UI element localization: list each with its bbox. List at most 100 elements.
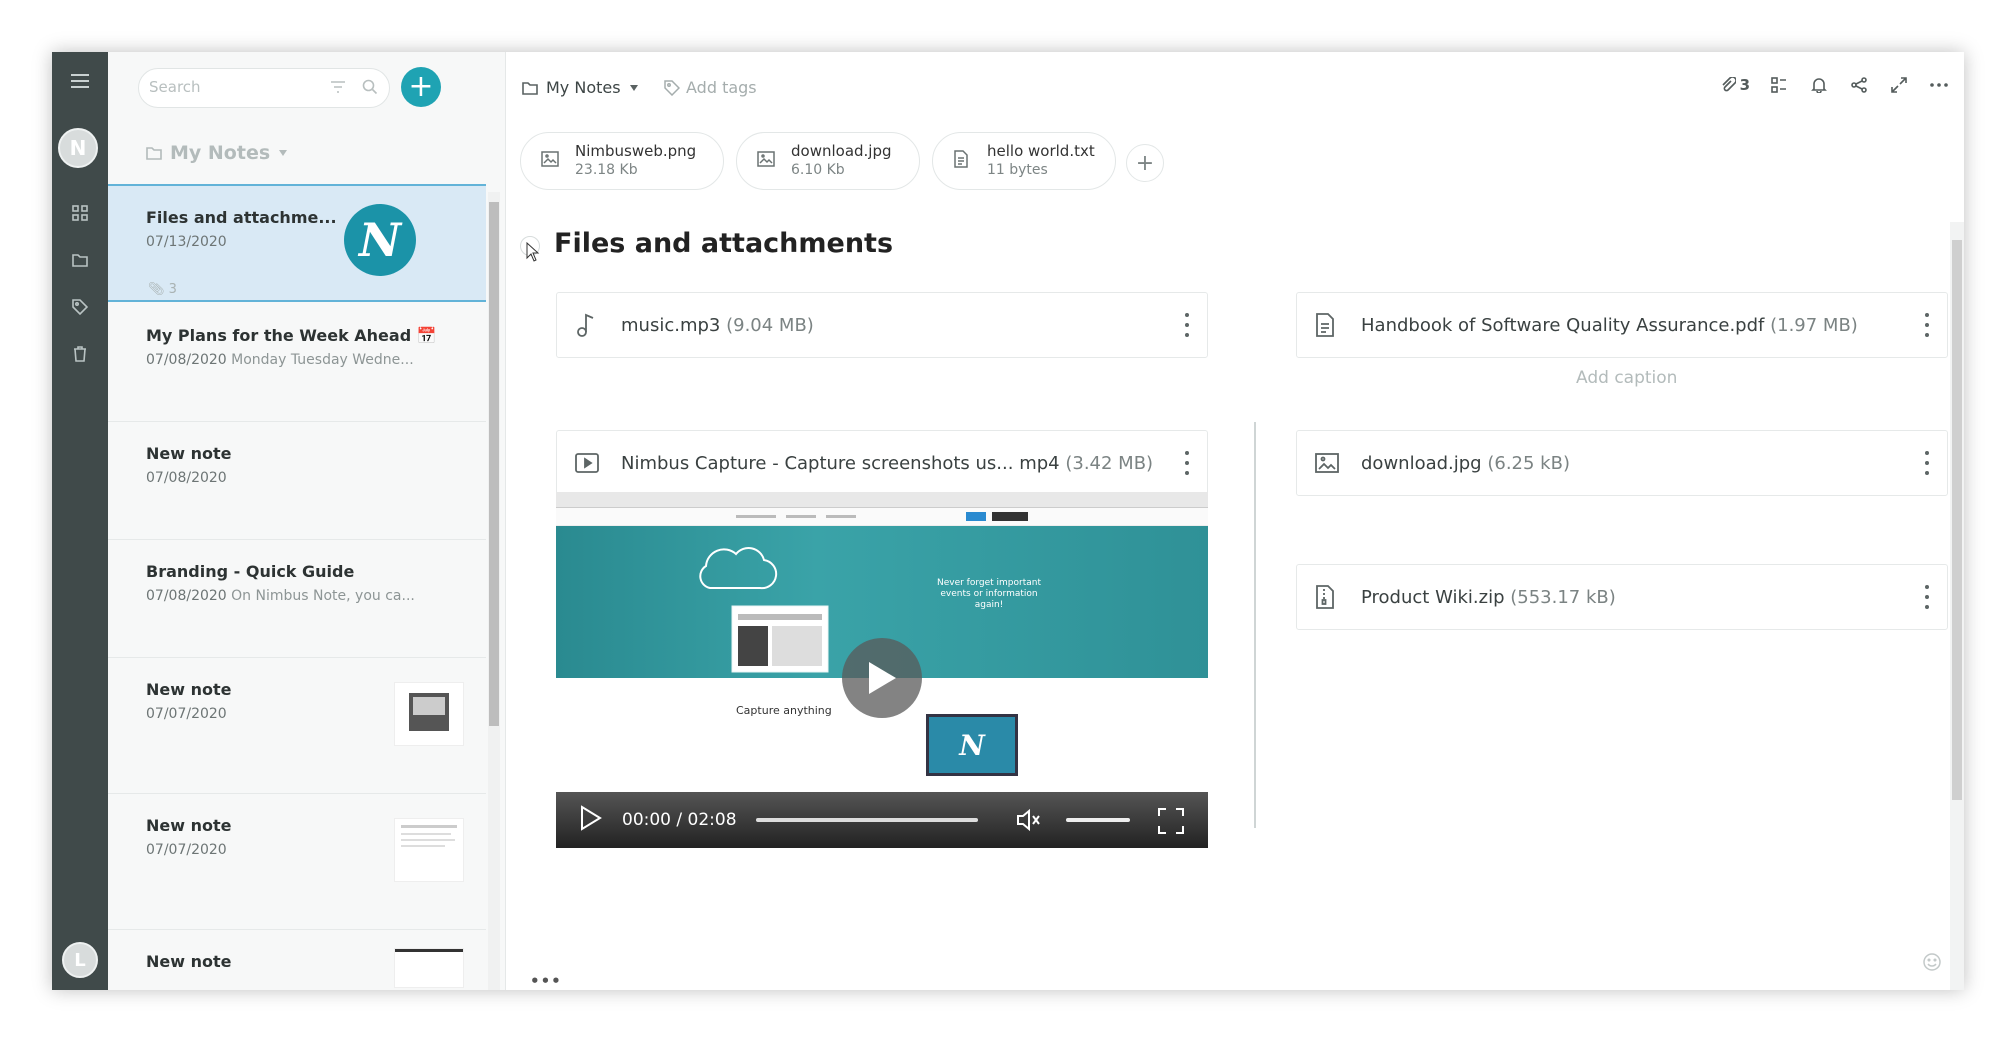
menu-icon[interactable] [52,66,108,96]
editor-panel: My Notes Add tags 3 Nimbusweb.png 23.18 … [506,52,1964,990]
attachments-button[interactable]: 3 [1720,74,1750,96]
video-browser-bar [556,492,1208,508]
document-icon [1315,313,1345,337]
chip-filesize: 11 bytes [987,162,1048,178]
scrollbar-thumb[interactable] [489,202,499,726]
note-meta: 07/08/2020 On Nimbus Note, you ca... [146,588,415,604]
video-logo-illustration: N [926,714,1018,776]
folder-icon [146,147,162,160]
video-fullscreen-icon[interactable] [1158,808,1184,838]
feedback-smile-icon[interactable] [1922,952,1942,976]
note-list-scrollbar[interactable] [488,192,500,990]
note-item[interactable]: New note 07/08/2020 [108,422,486,540]
video-progress-bar[interactable] [756,818,978,822]
folder-breadcrumb[interactable]: My Notes [522,78,639,97]
attachment-menu-icon[interactable] [1923,451,1931,475]
attachment-name: Handbook of Software Quality Assurance.p… [1361,315,1858,336]
video-player[interactable]: Never forget important events or informa… [556,492,1208,848]
editor-scrollbar[interactable] [1950,222,1964,990]
attachment-card[interactable]: Nimbus Capture - Capture screenshots us.… [556,430,1208,496]
attachment-card[interactable]: music.mp3 (9.04 MB) [556,292,1208,358]
note-item[interactable]: My Plans for the Week Ahead 📅 07/08/2020… [108,304,486,422]
fullscreen-icon[interactable] [1888,74,1910,96]
attachment-card[interactable]: Product Wiki.zip (553.17 kB) [1296,564,1948,630]
video-controls: 00:00 / 02:08 [556,792,1208,848]
table-of-contents-icon[interactable] [1768,74,1790,96]
note-date: 07/13/2020 [146,234,227,250]
grid-icon[interactable] [52,198,108,228]
search-box[interactable] [138,68,390,108]
more-dots-icon[interactable]: ••• [530,972,562,990]
folder-heading[interactable]: My Notes [146,142,288,164]
attachment-name: download.jpg (6.25 kB) [1361,453,1570,474]
tag-icon[interactable] [52,292,108,322]
play-icon[interactable] [580,805,602,835]
chip-filename: download.jpg [791,142,892,160]
attachment-filename: music.mp3 [621,314,721,336]
note-preview: On Nimbus Note, you ca... [231,588,415,604]
reminder-bell-icon[interactable] [1808,74,1830,96]
more-options-icon[interactable] [1928,74,1950,96]
folder-icon[interactable] [52,245,108,275]
note-title: My Plans for the Week Ahead 📅 [146,326,437,345]
caret-down-icon [629,84,638,91]
image-icon [541,151,565,171]
chip-text: Nimbusweb.png 23.18 Kb [575,142,696,180]
chip-filename: Nimbusweb.png [575,142,697,160]
search-input[interactable] [149,78,309,96]
attachment-filename: download.jpg [1361,452,1482,474]
attachment-menu-icon[interactable] [1923,313,1931,337]
attachment-size: (553.17 kB) [1510,586,1616,608]
share-icon[interactable] [1848,74,1870,96]
note-item[interactable]: Branding - Quick Guide 07/08/2020 On Nim… [108,540,486,658]
attachment-menu-icon[interactable] [1183,313,1191,337]
attachment-menu-icon[interactable] [1923,585,1931,609]
scrollbar-thumb[interactable] [1952,240,1962,800]
attachment-chip[interactable]: download.jpg 6.10 Kb [736,132,920,190]
attachment-count-value: 3 [168,282,177,297]
trash-icon[interactable] [52,339,108,369]
note-date: 07/08/2020 [146,470,227,486]
chip-filesize: 23.18 Kb [575,162,638,178]
attachment-filename: Product Wiki.zip [1361,586,1505,608]
note-title: New note [146,680,232,699]
note-date: 07/08/2020 [146,588,227,604]
note-preview: Monday Tuesday Wedne... [231,352,414,368]
add-attachment-button[interactable]: + [1126,144,1164,182]
chip-filename: hello world.txt [987,142,1095,160]
note-title: Files and attachme... [146,208,337,227]
left-rail: N L [52,52,108,990]
user-avatar[interactable]: N [58,128,98,168]
note-title: Branding - Quick Guide [146,562,355,581]
search-icon[interactable] [361,78,379,100]
note-item[interactable]: New note [108,930,486,990]
attachment-size: (6.25 kB) [1487,452,1570,474]
play-overlay-button[interactable] [842,638,922,718]
folder-name: My Notes [170,142,271,164]
note-item[interactable]: New note 07/07/2020 [108,794,486,930]
volume-icon[interactable] [1016,808,1042,836]
note-title[interactable]: Files and attachments [554,228,893,259]
note-item[interactable]: Files and attachme... 07/13/2020 📎︎ 3 N [108,184,486,302]
account-avatar[interactable]: L [62,942,98,978]
attachment-card[interactable]: Handbook of Software Quality Assurance.p… [1296,292,1948,358]
attachment-filename: Nimbus Capture - Capture screenshots us.… [621,452,1060,474]
video-hero-text: Never forget important events or informa… [936,578,1041,610]
volume-slider[interactable] [1066,818,1130,822]
image-icon [1315,453,1345,473]
attachment-card[interactable]: download.jpg (6.25 kB) [1296,430,1948,496]
add-tags-label: Add tags [686,78,757,97]
add-caption-field[interactable]: Add caption [1576,368,1677,388]
filter-icon[interactable] [329,78,347,100]
attachment-chip[interactable]: hello world.txt 11 bytes [932,132,1116,190]
add-tags-button[interactable]: Add tags [664,78,757,97]
video-play-icon [575,453,605,473]
note-thumbnail [394,948,464,988]
attachment-chip[interactable]: Nimbusweb.png 23.18 Kb [520,132,724,190]
attachment-menu-icon[interactable] [1183,451,1191,475]
column-divider[interactable] [1254,422,1256,828]
note-item[interactable]: New note 07/07/2020 [108,658,486,794]
breadcrumb-folder: My Notes [546,78,621,97]
chip-text: hello world.txt 11 bytes [987,142,1095,180]
add-note-button[interactable]: + [401,67,441,107]
